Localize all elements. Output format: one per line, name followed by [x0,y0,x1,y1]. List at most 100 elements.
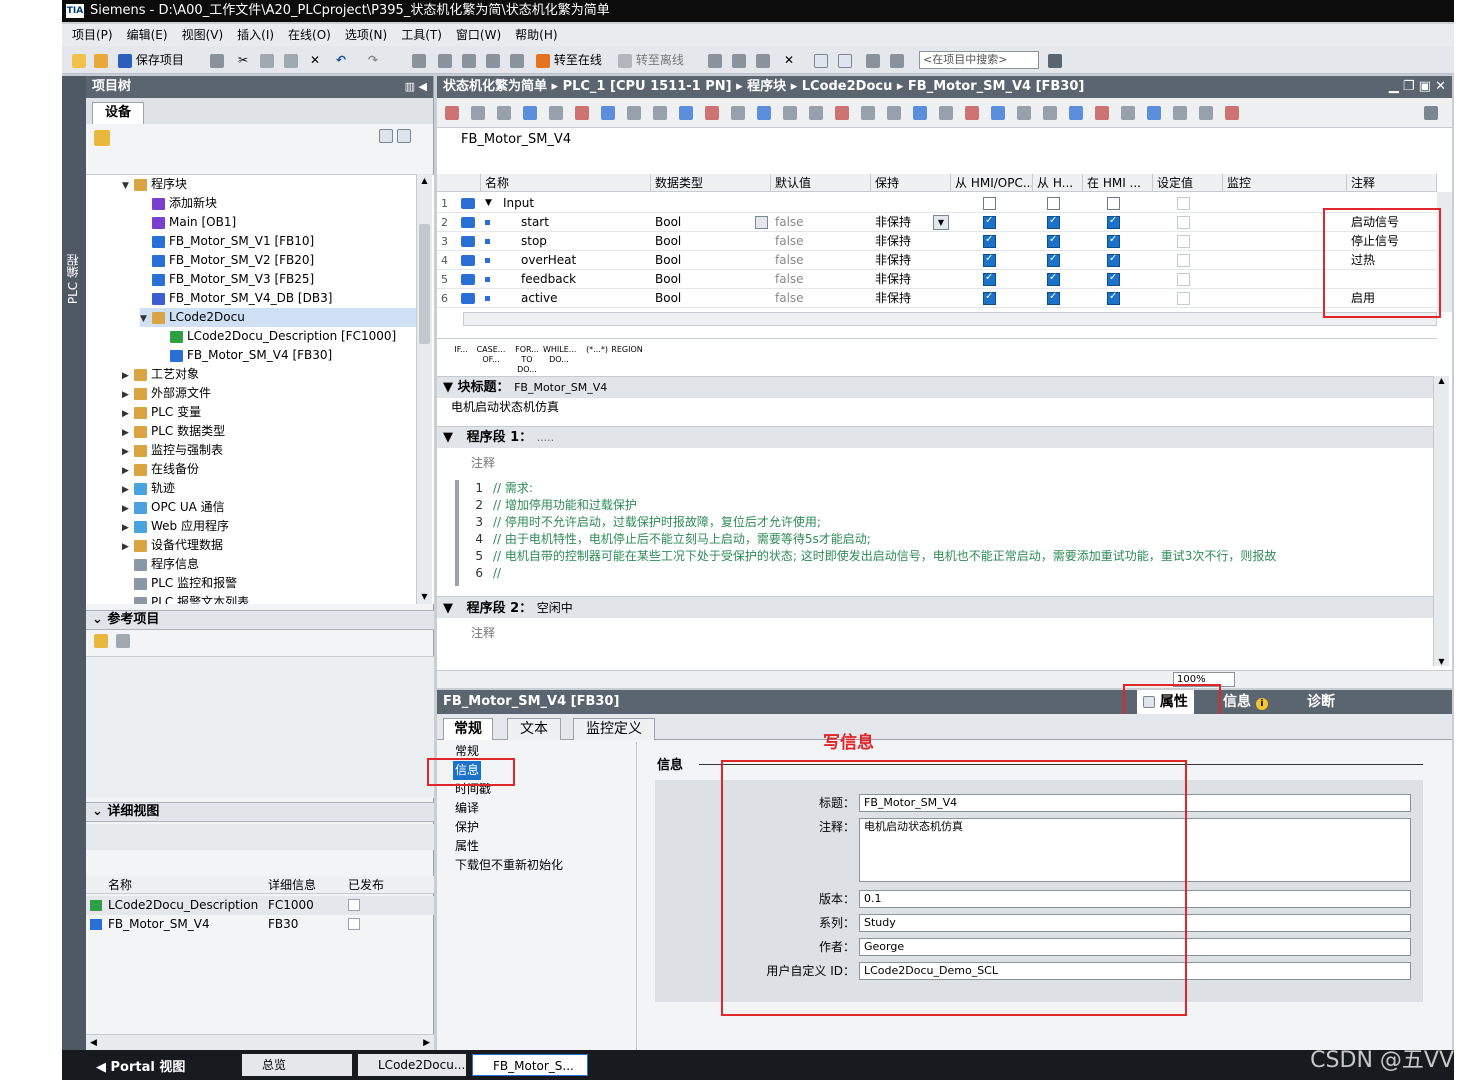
hmi-checkbox[interactable] [1107,197,1120,210]
grid-icon[interactable] [575,106,589,120]
variable-name[interactable]: stop [521,232,651,251]
reference-projects-header[interactable]: ⌄ 参考项目 [86,610,434,630]
tree-item[interactable]: ▶ 工艺对象 [122,365,199,384]
tree-item[interactable]: PLC 监控和报警 [122,574,237,593]
editor-vscrollbar[interactable]: ▲ ▼ [1433,376,1449,666]
hmi-checkbox[interactable] [983,291,996,305]
block-icon[interactable] [861,106,875,120]
stop-cpu-icon[interactable] [756,52,770,68]
scroll-left-icon[interactable]: ◀ [90,1035,97,1051]
keyword-button[interactable]: REGION [611,345,643,371]
network-1-title[interactable]: ..... [537,431,554,444]
column-header[interactable]: 从 HMI/OPC... [951,174,1033,192]
setpoint-checkbox[interactable] [1177,254,1190,267]
setpoint-checkbox[interactable] [1177,197,1190,210]
setpoint-checkbox[interactable] [1177,235,1190,248]
indent-icon[interactable] [965,106,979,120]
network-icon[interactable] [1069,106,1083,120]
retain-value[interactable]: 非保持 [875,251,935,270]
split-horizontal-icon[interactable] [814,52,828,68]
hmi-checkbox[interactable] [1047,272,1060,286]
column-header[interactable]: 默认值 [771,174,871,192]
add-row-icon[interactable] [497,106,511,120]
split-vertical-icon[interactable] [838,52,852,68]
hmi-checkbox[interactable] [1047,291,1060,305]
tree-item[interactable]: 程序信息 [122,555,199,574]
download-icon[interactable] [438,52,452,68]
toolbar-options-icon[interactable] [1424,106,1438,120]
menu-item[interactable]: 插入(I) [237,24,274,46]
project-tree-scrollbar[interactable]: ▲ ▼ [416,174,432,604]
tree-item[interactable]: ▶ 设备代理数据 [122,536,223,555]
expand-icon[interactable]: ▼ [485,194,492,213]
favorites-icon[interactable] [1043,106,1057,120]
tab-diagnostics[interactable]: 诊断 [1301,690,1341,714]
next-icon[interactable] [1173,106,1187,120]
setpoint-checkbox[interactable] [1177,216,1190,229]
tab-overview[interactable]: 总览 [242,1054,352,1076]
detail-row[interactable]: FB_Motor_SM_V4 FB30 [86,915,434,934]
code-line[interactable]: 4 // 由于电机特性，电机停止后不能立刻马上启动，需要等待5s才能启动; [459,531,870,548]
breakpoint-icon[interactable] [705,106,719,120]
tree-item[interactable]: FB_Motor_SM_V2 [FB20] [140,251,314,270]
tree-item[interactable]: Main [OB1] [140,213,236,232]
retain-value[interactable]: 非保持 [875,289,935,308]
column-header[interactable]: 保持 [871,174,951,192]
hmi-checkbox[interactable] [1047,253,1060,267]
tab-fb-motor[interactable]: FB_Motor_S... [472,1054,588,1076]
open-reference-icon[interactable] [94,634,108,648]
hmi-checkbox[interactable] [1107,234,1120,248]
data-type[interactable]: Bool [655,213,755,232]
hmi-checkbox[interactable] [1107,272,1120,286]
hmi-checkbox[interactable] [1107,291,1120,305]
setpoint-checkbox[interactable] [1177,292,1190,305]
network-2-comment[interactable]: 注释 [471,624,495,641]
detail-view-header[interactable]: ⌄ 详细视图 [86,802,434,822]
interface-row[interactable]: 3stopBoolfalse非保持停止信号 [437,232,1437,251]
tab-devices[interactable]: 设备 [92,102,145,124]
device-overview-icon[interactable] [94,130,110,146]
interface-row[interactable]: 4overHeatBoolfalse非保持过热 [437,251,1437,270]
sort-icon[interactable] [1017,106,1031,120]
detail-hscrollbar[interactable]: ◀ ▶ [86,1034,434,1050]
hmi-checkbox[interactable] [1107,253,1120,267]
tree-item[interactable]: FB_Motor_SM_V4 [FB30] [158,346,332,365]
block-title-bar[interactable]: ▼ 块标题： FB_Motor_SM_V4 [437,376,1437,398]
default-value[interactable]: false [775,270,865,289]
hmi-checkbox[interactable] [1047,197,1060,210]
retain-value[interactable] [875,194,935,213]
portal-view-button[interactable]: ◀ Portal 视图 [96,1056,185,1075]
interface-hscrollbar[interactable] [463,312,1437,326]
variable-name[interactable]: feedback [521,270,651,289]
interface-row[interactable]: 1 ▼ Input [437,194,1437,213]
table-view-icon[interactable] [379,128,393,143]
comment-icon[interactable] [653,106,667,120]
tree-item[interactable]: ▶ PLC 变量 [122,403,201,422]
refresh-icon[interactable] [835,106,849,120]
scroll-down-icon[interactable]: ▼ [1434,657,1449,666]
tree-item[interactable]: FB_Motor_SM_V3 [FB25] [140,270,314,289]
paste-icon[interactable] [284,52,298,68]
simulation-icon[interactable] [486,52,500,68]
go-offline-button[interactable]: 转至离线 [618,52,684,68]
tree-item[interactable]: ▼ 程序块 [122,175,187,194]
hmi-checkbox[interactable] [1047,215,1060,229]
tree-item[interactable]: ▶ OPC UA 通信 [122,498,225,517]
interface-row[interactable]: 5 feedback Bool false 非保持 [437,270,1437,289]
tree-options-icon[interactable] [397,128,411,143]
menu-item[interactable]: 编辑(E) [127,24,168,46]
accessible-devices-icon[interactable] [708,52,722,68]
default-value[interactable]: false [775,251,865,270]
menu-item[interactable]: 帮助(H) [515,24,557,46]
published-checkbox[interactable] [348,899,360,911]
upload-icon[interactable] [462,52,476,68]
window-controls[interactable]: ▁ ❐ ▣ ✕ [1389,76,1446,98]
delete-row-icon[interactable] [471,106,485,120]
menu-item[interactable]: 窗口(W) [456,24,501,46]
menu-item[interactable]: 工具(T) [401,24,442,46]
tab-general[interactable]: 常规 [443,718,493,740]
retain-value[interactable]: 非保持 [875,232,935,251]
retain-dropdown-icon[interactable]: ▼ [933,215,949,230]
menu-item[interactable]: 视图(V) [182,24,224,46]
absolute-icon[interactable] [809,106,823,120]
